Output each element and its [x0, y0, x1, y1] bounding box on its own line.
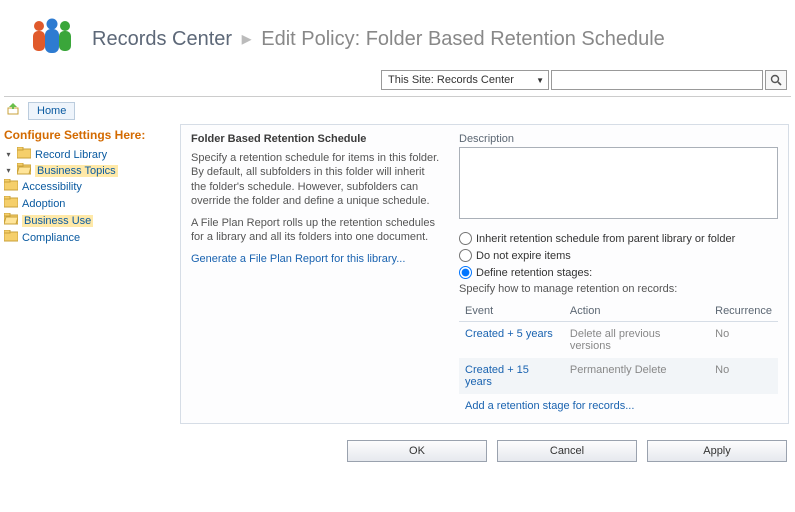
- main-panel: Folder Based Retention Schedule Specify …: [180, 124, 789, 424]
- tree-label: Adoption: [22, 198, 65, 210]
- description-textarea[interactable]: [459, 147, 778, 219]
- folder-open-icon: [17, 163, 31, 178]
- dialog-buttons: OK Cancel Apply: [0, 432, 795, 476]
- site-logo-icon: [28, 18, 76, 58]
- page-header: Records Center ▸ Edit Policy: Folder Bas…: [0, 0, 795, 70]
- retention-stages-table: Event Action Recurrence Created + 5 year…: [459, 301, 778, 394]
- cancel-button[interactable]: Cancel: [497, 440, 637, 462]
- stage-recurrence: No: [709, 322, 778, 359]
- radio-stages-input[interactable]: [459, 266, 472, 279]
- title-bar: Records Center ▸ Edit Policy: Folder Bas…: [92, 26, 665, 51]
- radio-label: Define retention stages:: [476, 267, 592, 279]
- col-recurrence: Recurrence: [709, 301, 778, 322]
- folder-icon: [4, 179, 18, 194]
- tree-label: Business Topics: [35, 165, 118, 177]
- policy-description-pane: Folder Based Retention Schedule Specify …: [191, 133, 441, 413]
- folder-icon: [4, 196, 18, 211]
- tree-node-business-topics[interactable]: ▾ Business Topics: [4, 163, 176, 178]
- search-icon: [770, 74, 782, 86]
- tree-node-business-use[interactable]: Business Use: [4, 213, 176, 228]
- home-tab[interactable]: Home: [28, 102, 75, 120]
- radio-noexpire[interactable]: Do not expire items: [459, 247, 778, 264]
- policy-heading: Folder Based Retention Schedule: [191, 133, 441, 145]
- tree-node-record-library[interactable]: ▾ Record Library: [4, 147, 176, 162]
- collapse-icon: ▾: [4, 150, 13, 159]
- search-scope-label: This Site: Records Center: [388, 74, 514, 86]
- tree-label: Accessibility: [22, 181, 82, 193]
- home-label: Home: [37, 105, 66, 117]
- left-nav-title: Configure Settings Here:: [4, 126, 176, 146]
- stage-event-link[interactable]: Created + 15 years: [459, 358, 564, 394]
- folder-open-icon: [4, 213, 18, 228]
- chevron-down-icon: ▼: [536, 76, 544, 85]
- stage-row: Created + 15 years Permanently Delete No: [459, 358, 778, 394]
- ok-button[interactable]: OK: [347, 440, 487, 462]
- search-scope-dropdown[interactable]: This Site: Records Center ▼: [381, 70, 549, 90]
- folder-tree: ▾ Record Library ▾: [4, 146, 176, 248]
- tree-node-adoption[interactable]: Adoption: [4, 196, 176, 211]
- radio-inherit[interactable]: Inherit retention schedule from parent l…: [459, 230, 778, 247]
- stages-hint: Specify how to manage retention on recor…: [459, 283, 778, 295]
- collapse-icon: ▾: [4, 166, 13, 175]
- search-button[interactable]: [765, 70, 787, 90]
- tree-node-compliance[interactable]: Compliance: [4, 230, 176, 245]
- description-label: Description: [459, 133, 778, 145]
- policy-form-pane: Description Inherit retention schedule f…: [459, 133, 778, 413]
- nav-up-icon[interactable]: [6, 101, 22, 120]
- col-event: Event: [459, 301, 564, 322]
- radio-noexpire-input[interactable]: [459, 249, 472, 262]
- policy-paragraph: A File Plan Report rolls up the retentio…: [191, 216, 441, 245]
- policy-paragraph: Specify a retention schedule for items i…: [191, 151, 441, 208]
- radio-label: Inherit retention schedule from parent l…: [476, 233, 735, 245]
- stage-event-link[interactable]: Created + 5 years: [459, 322, 564, 359]
- folder-icon: [4, 230, 18, 245]
- search-bar: This Site: Records Center ▼: [0, 70, 795, 96]
- library-icon: [17, 147, 31, 162]
- site-title: Records Center: [92, 28, 232, 50]
- stage-action: Delete all previous versions: [564, 322, 709, 359]
- radio-label: Do not expire items: [476, 250, 571, 262]
- tree-label: Compliance: [22, 232, 80, 244]
- search-input[interactable]: [551, 70, 763, 90]
- stage-recurrence: No: [709, 358, 778, 394]
- radio-inherit-input[interactable]: [459, 232, 472, 245]
- col-action: Action: [564, 301, 709, 322]
- add-stage-link[interactable]: Add a retention stage for records...: [465, 400, 634, 412]
- apply-button[interactable]: Apply: [647, 440, 787, 462]
- breadcrumb-row: Home: [0, 97, 795, 124]
- breadcrumb-sep-icon: ▸: [242, 28, 252, 50]
- tree-node-accessibility[interactable]: Accessibility: [4, 179, 176, 194]
- generate-report-link[interactable]: Generate a File Plan Report for this lib…: [191, 253, 405, 265]
- stage-action: Permanently Delete: [564, 358, 709, 394]
- stage-row: Created + 5 years Delete all previous ve…: [459, 322, 778, 359]
- left-nav: Configure Settings Here: ▾ Record Librar…: [0, 124, 180, 254]
- page-title: Edit Policy: Folder Based Retention Sche…: [261, 28, 665, 50]
- tree-label: Business Use: [22, 215, 93, 227]
- radio-stages[interactable]: Define retention stages:: [459, 264, 778, 281]
- tree-label: Record Library: [35, 149, 107, 161]
